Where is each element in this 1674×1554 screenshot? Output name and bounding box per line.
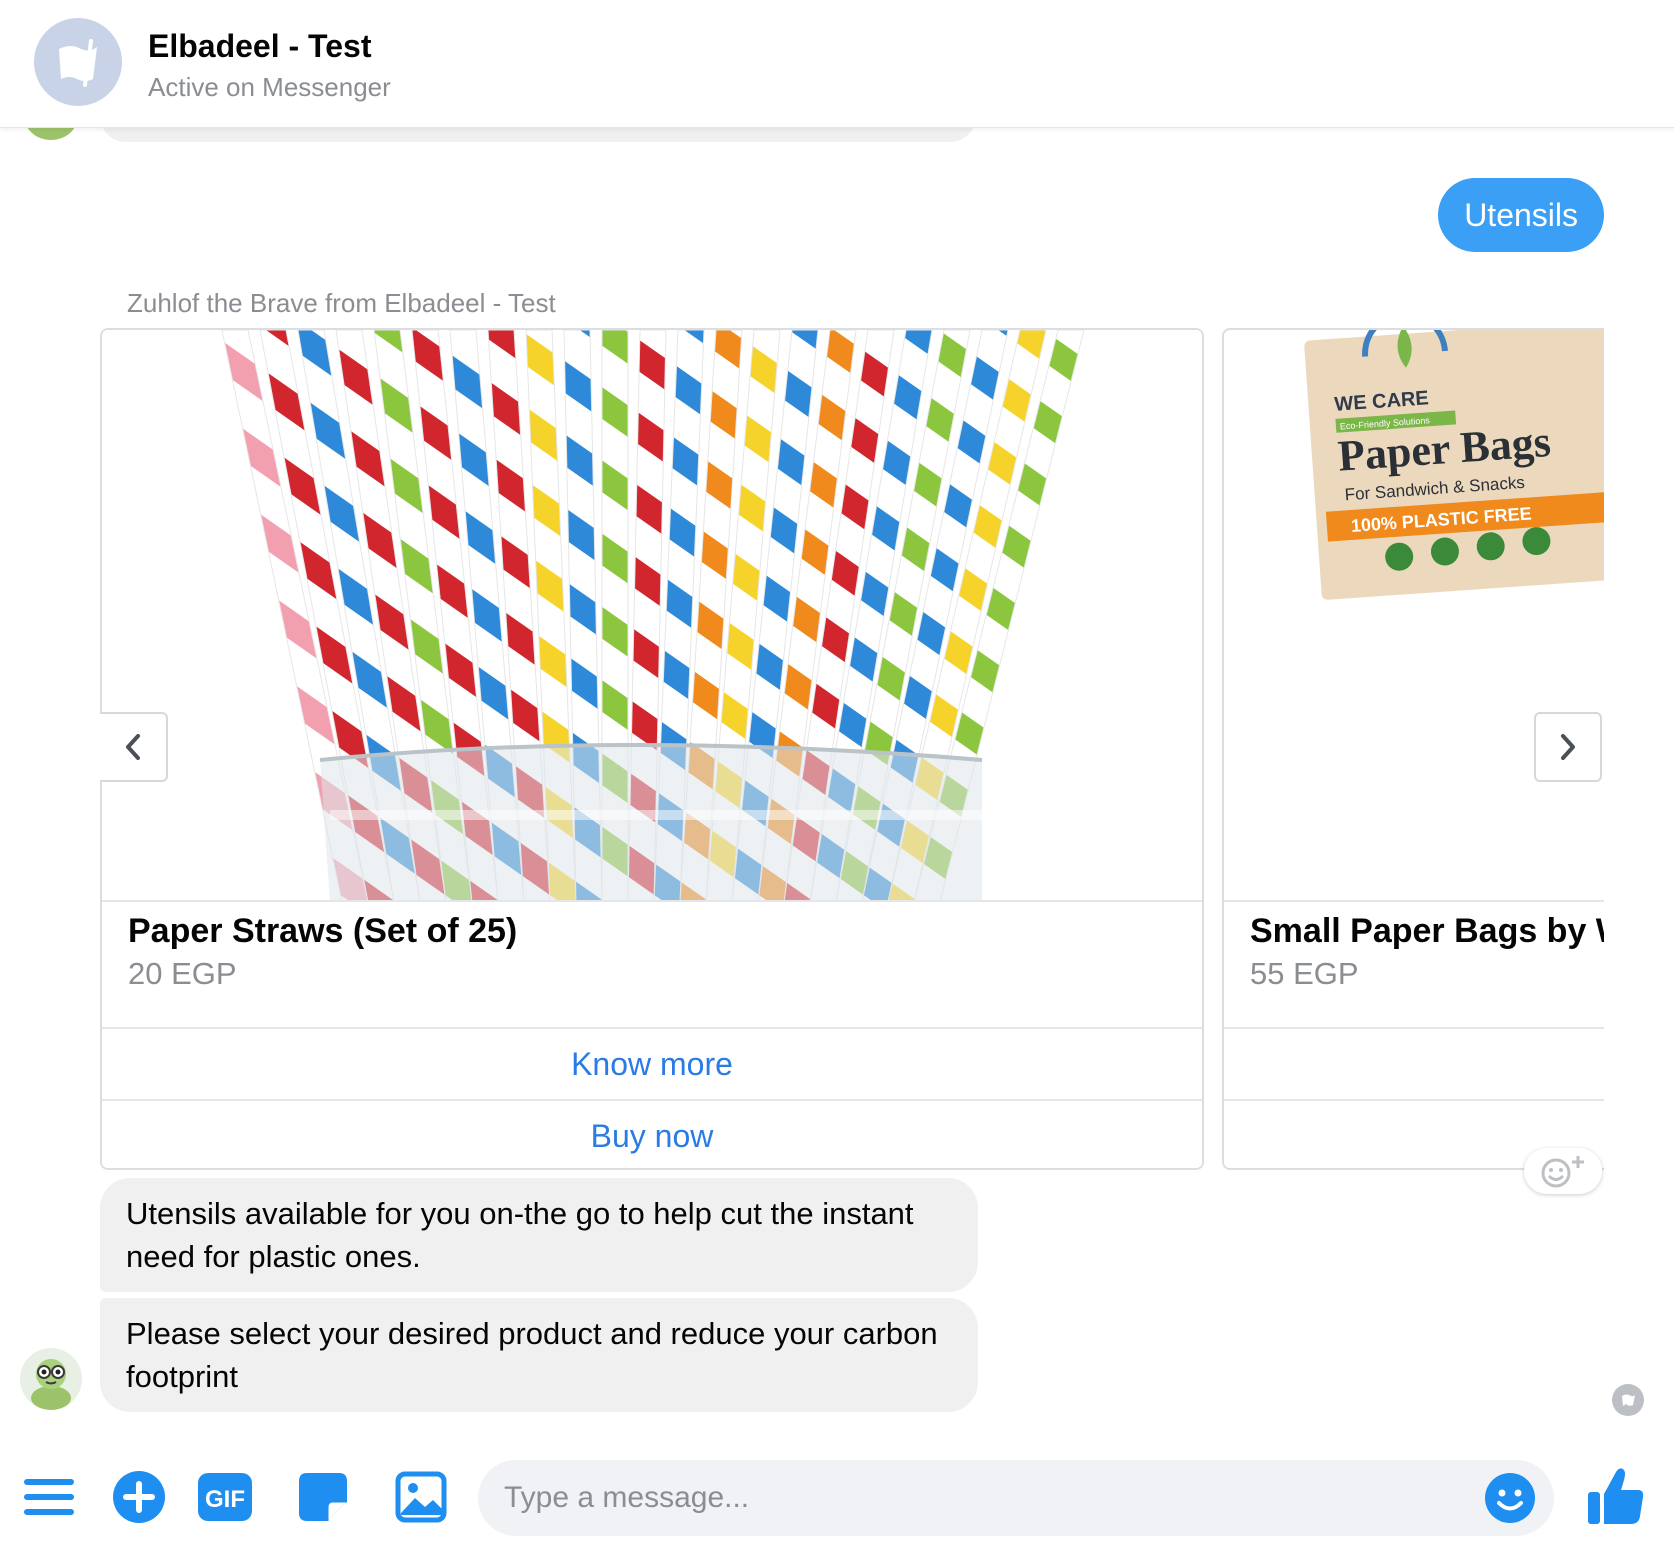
product-image-paper-bags[interactable]: WE CARE Eco-Friendly Solutions Paper Bag…: [1224, 330, 1604, 902]
sticker-button[interactable]: [294, 1468, 352, 1526]
message-input[interactable]: [478, 1460, 1554, 1536]
bot-avatar: [20, 1348, 82, 1410]
know-more-button[interactable]: Know more: [102, 1027, 1202, 1099]
paper-straws-illustration: [221, 330, 1085, 900]
gif-label: GIF: [205, 1486, 245, 1513]
add-reaction-button[interactable]: [1524, 1148, 1602, 1194]
paper-bags-illustration: WE CARE Eco-Friendly Solutions Paper Bag…: [1304, 330, 1604, 600]
sender-label: Zuhlof the Brave from Elbadeel - Test: [127, 288, 556, 318]
product-title: Paper Straws (Set of 25): [128, 912, 518, 950]
smiley-icon: [1485, 1473, 1535, 1523]
product-image-paper-straws[interactable]: [102, 330, 1202, 902]
image-icon: [395, 1471, 447, 1523]
hamburger-menu-icon: [24, 1479, 74, 1515]
smiley-plus-icon: [1541, 1156, 1584, 1188]
product-price: 20 EGP: [128, 956, 237, 991]
gif-icon: GIF: [198, 1473, 252, 1521]
product-title: Small Paper Bags by We: [1250, 912, 1604, 950]
product-card: Paper Straws (Set of 25) 20 EGP Know mor…: [100, 328, 1204, 1170]
user-message-bubble: Utensils: [1438, 178, 1604, 252]
bot-message-bubble: Utensils available for you on-the go to …: [100, 1178, 978, 1292]
chat-header: Elbadeel - Test Active on Messenger: [0, 0, 1674, 128]
page-title: Elbadeel - Test: [148, 28, 372, 64]
sticker-icon: [299, 1473, 347, 1521]
seen-indicator-icon: [1612, 1384, 1644, 1416]
photo-button[interactable]: [392, 1468, 450, 1526]
like-button[interactable]: [1584, 1464, 1648, 1528]
carousel-next-button[interactable]: [1534, 712, 1602, 782]
more-actions-button[interactable]: [110, 1468, 168, 1526]
gif-button[interactable]: GIF: [196, 1468, 254, 1526]
plus-circle-icon: [113, 1471, 165, 1523]
composer-bar: GIF: [0, 1440, 1674, 1554]
emoji-button[interactable]: [1484, 1472, 1536, 1524]
bot-message-bubble: Please select your desired product and r…: [100, 1298, 978, 1412]
product-carousel: Paper Straws (Set of 25) 20 EGP Know mor…: [100, 328, 1604, 1170]
thumbs-up-icon: [1588, 1468, 1644, 1524]
page-avatar[interactable]: [34, 18, 122, 106]
buy-now-button[interactable]: Buy now: [102, 1099, 1202, 1168]
carousel-prev-button[interactable]: [100, 712, 168, 782]
flag-icon: [59, 39, 97, 87]
chevron-left-icon: [126, 734, 140, 760]
chevron-right-icon: [1561, 734, 1575, 760]
menu-button[interactable]: [20, 1468, 78, 1526]
card-button[interactable]: [1224, 1027, 1604, 1099]
active-status: Active on Messenger: [148, 72, 391, 102]
turtle-avatar-icon: [31, 1359, 71, 1410]
product-price: 55 EGP: [1250, 956, 1359, 991]
